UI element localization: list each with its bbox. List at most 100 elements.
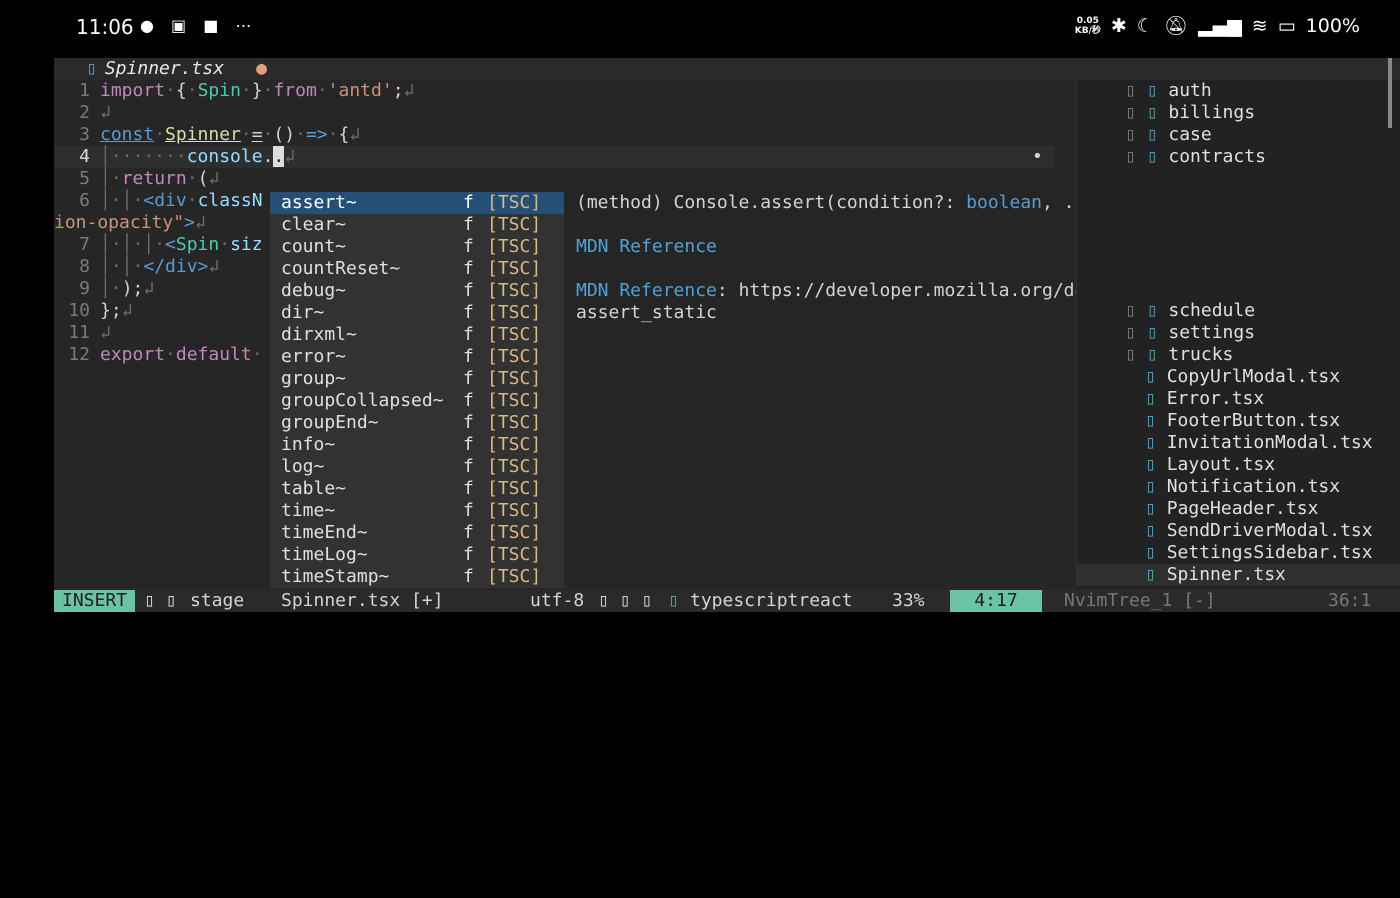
tabline: ▯ Spinner.tsx ● <box>54 58 1400 80</box>
notification-icons: ● ▣ ■ ⋯ <box>140 16 258 35</box>
filetype-icon: ▯ <box>668 590 679 611</box>
modified-dot-icon: ● <box>256 58 267 79</box>
folder-arrow-icon: ▯ <box>1125 344 1147 365</box>
statusline: INSERT ▯ ▯ stage Spinner.tsx [+] utf-8 ▯… <box>54 590 1400 612</box>
tree-file[interactable]: ▯ CopyUrlModal.tsx <box>1145 366 1340 388</box>
system-icons: 0.05 KB/秒 ✱ ☾ 🔕︎ ▂▄▆ ≋ ▭ 100% <box>1074 14 1360 38</box>
os-icons: ▯ ▯ ▯ <box>598 590 653 611</box>
completion-item[interactable]: countReset~ f [TSC] <box>270 258 564 280</box>
git-branch: stage <box>190 590 245 611</box>
folder-icon: ▯ <box>1146 322 1158 343</box>
doc-mdn-link[interactable]: MDN Reference <box>576 236 717 258</box>
completion-item[interactable]: group~ f [TSC] <box>270 368 564 390</box>
code-line: 1 import·{·Spin·}·from·'antd';↲ <box>79 80 415 101</box>
completion-item[interactable]: groupCollapsed~ f [TSC] <box>270 390 564 412</box>
tree-folder[interactable]: ▯ ▯ schedule <box>1125 300 1255 322</box>
completion-item[interactable]: clear~ f [TSC] <box>270 214 564 236</box>
tsx-file-icon: ▯ <box>1145 432 1156 453</box>
folder-arrow-icon: ▯ <box>1125 80 1147 101</box>
code-line: 5 │·return·(↲ <box>79 168 220 189</box>
tree-file[interactable]: ▯ SendDriverModal.tsx <box>1145 520 1373 542</box>
folder-icon: ▯ <box>1146 300 1158 321</box>
moon-icon: ☾ <box>1136 14 1154 37</box>
tree-folder[interactable]: ▯ ▯ auth <box>1125 80 1212 102</box>
doc-mdn-url-wrap: assert_static <box>576 302 717 323</box>
tsx-file-icon: ▯ <box>1145 454 1156 475</box>
completion-item[interactable]: time~ f [TSC] <box>270 500 564 522</box>
mute-icon: 🔕︎ <box>1163 15 1188 37</box>
folder-icon: ▯ <box>1146 124 1158 145</box>
tree-file[interactable]: ▯ PageHeader.tsx <box>1145 498 1318 520</box>
tsx-file-icon: ▯ <box>1145 366 1156 387</box>
mode-indicator: INSERT <box>54 590 136 612</box>
folder-arrow-icon: ▯ <box>1125 300 1147 321</box>
completion-item[interactable]: dirxml~ f [TSC] <box>270 324 564 346</box>
completion-item[interactable]: log~ f [TSC] <box>270 456 564 478</box>
code-line-wrap: ion-opacity">↲ <box>54 212 206 233</box>
folder-arrow-icon: ▯ <box>1125 322 1147 343</box>
code-line: 10};↲ <box>68 300 133 321</box>
statusline-filename: Spinner.tsx [+] <box>281 590 444 611</box>
battery-percent: 100% <box>1305 14 1360 37</box>
window-scrollbar[interactable] <box>1388 58 1392 128</box>
filetype: typescriptreact <box>690 590 853 611</box>
nvim-screen[interactable]: ▯ Spinner.tsx ● 1 import·{·Spin·}·from·'ant… <box>54 58 1400 612</box>
folder-icon: ▯ <box>1146 80 1158 101</box>
tree-file[interactable]: ▯ Notification.tsx <box>1145 476 1340 498</box>
tree-file[interactable]: ▯ InvitationModal.tsx <box>1145 432 1373 454</box>
folder-icon: ▯ <box>1146 146 1158 167</box>
tree-folder[interactable]: ▯ ▯ trucks <box>1125 344 1233 366</box>
battery-icon: ▭ <box>1277 14 1296 37</box>
tree-folder[interactable]: ▯ ▯ billings <box>1125 102 1255 124</box>
completion-item[interactable]: debug~ f [TSC] <box>270 280 564 302</box>
code-line: 6 │·│·<div·classN <box>79 190 263 211</box>
file-icon: ▯ <box>86 58 97 79</box>
completion-item[interactable]: dir~ f [TSC] <box>270 302 564 324</box>
completion-item[interactable]: info~ f [TSC] <box>270 434 564 456</box>
tree-file[interactable]: ▯ FooterButton.tsx <box>1145 410 1340 432</box>
tree-file[interactable]: ▯ Layout.tsx <box>1145 454 1275 476</box>
tree-position: 36:1 <box>1328 590 1372 611</box>
tree-folder[interactable]: ▯ ▯ case <box>1125 124 1212 146</box>
tsx-file-icon: ▯ <box>1145 520 1156 541</box>
tree-file[interactable]: ▯ SettingsSidebar.tsx <box>1145 542 1373 564</box>
code-line: 12 export·default· <box>68 344 263 365</box>
bluetooth-icon: ✱ <box>1110 14 1127 37</box>
network-speed: 0.05 KB/秒 <box>1074 15 1101 36</box>
percent: 33% <box>892 590 925 611</box>
completion-item[interactable]: timeEnd~ f [TSC] <box>270 522 564 544</box>
folder-icon: ▯ <box>1146 102 1158 123</box>
code-line: 8 │·│·</div>↲ <box>79 256 220 277</box>
tree-file[interactable]: ▯ Error.tsx <box>1145 388 1264 410</box>
completion-item[interactable]: timeStamp~ f [TSC] <box>270 566 564 588</box>
tree-folder[interactable]: ▯ ▯ contracts <box>1125 146 1266 168</box>
tree-folder[interactable]: ▯ ▯ settings <box>1125 322 1255 344</box>
completion-item[interactable]: table~ f [TSC] <box>270 478 564 500</box>
tsx-file-icon: ▯ <box>1145 388 1156 409</box>
code-line: 7 │·│·│·<Spin·siz <box>79 234 263 255</box>
completion-item[interactable]: groupEnd~ f [TSC] <box>270 412 564 434</box>
code-line: 9 │·);↲ <box>79 278 155 299</box>
completion-item[interactable]: assert~ f [TSC] <box>270 192 564 214</box>
tsx-file-icon: ▯ <box>1145 410 1156 431</box>
code-line: 11 ↲ <box>68 322 111 343</box>
folder-arrow-icon: ▯ <box>1125 146 1147 167</box>
completion-item[interactable]: timeLog~ f [TSC] <box>270 544 564 566</box>
cursor-position: 4:17 <box>950 590 1042 612</box>
completion-item[interactable]: count~ f [TSC] <box>270 236 564 258</box>
editor-pane[interactable]: 1 import·{·Spin·}·from·'antd';↲ 2 ↲ 3 const… <box>54 80 1291 588</box>
virtual-text-dot: • <box>1032 146 1043 167</box>
tab-spinner[interactable]: ▯ Spinner.tsx ● <box>86 58 267 80</box>
nvim-tree[interactable]: ▯ ▯ auth ▯ ▯ billings ▯ ▯ case ▯ ▯ contract… <box>1076 80 1400 588</box>
completion-item[interactable]: error~ f [TSC] <box>270 346 564 368</box>
folder-icon: ▯ <box>1146 344 1158 365</box>
tsx-file-icon: ▯ <box>1145 564 1156 585</box>
git-icon: ▯ ▯ <box>144 590 177 611</box>
phone-status-bar: 11:06 ● ▣ ■ ⋯ 0.05 KB/秒 ✱ ☾ 🔕︎ ▂▄▆ ≋ ▭ 10… <box>0 0 1400 58</box>
folder-arrow-icon: ▯ <box>1125 124 1147 145</box>
code-line: 2 ↲ <box>79 102 111 123</box>
completion-documentation: (method) Console.assert(condition?: bool… <box>566 192 1291 324</box>
completion-menu[interactable]: assert~ f [TSC] clear~ f [TSC] count~ f [TSC] cou… <box>270 192 564 588</box>
tree-file[interactable]: ▯ Spinner.tsx <box>1077 564 1400 586</box>
signal-icon: ▂▄▆ <box>1197 14 1242 37</box>
